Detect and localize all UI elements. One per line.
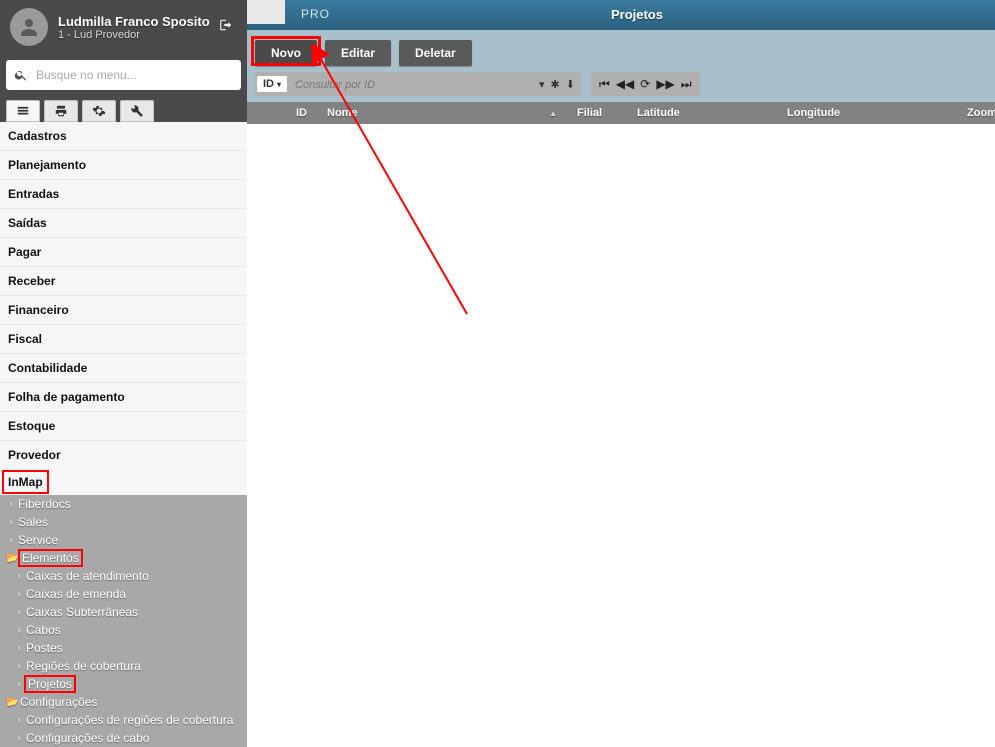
sub-caixas-atendimento[interactable]: ›Caixas de atendimento [0, 567, 247, 585]
next-page-icon[interactable]: ▶▶ [656, 77, 674, 91]
chevron-right-icon: › [14, 661, 24, 672]
download-icon[interactable]: ⬇ [566, 78, 575, 91]
chevron-right-icon: › [6, 535, 16, 546]
first-page-icon[interactable]: ⏮ [599, 77, 610, 92]
editar-button[interactable]: Editar [325, 40, 391, 66]
chevron-right-icon: › [14, 733, 24, 744]
chevron-right-icon: › [14, 625, 24, 636]
menu-search[interactable] [6, 60, 241, 90]
sub-caixas-subterraneas[interactable]: ›Caixas Subterrâneas [0, 603, 247, 621]
chevron-right-icon: › [14, 679, 24, 690]
chevron-right-icon: › [14, 643, 24, 654]
titlebar: PRO Projetos [247, 0, 995, 30]
sub-service[interactable]: ›Service [0, 531, 247, 549]
col-filial[interactable]: Filial [567, 107, 627, 119]
chevron-right-icon: › [6, 517, 16, 528]
tab-stub[interactable] [247, 0, 285, 24]
filter-row: ID ▾ ▾ ✱ ⬇ ⏮ ◀◀ ⟳ ▶▶ ⏭ [247, 72, 995, 102]
menu-cadastros[interactable]: Cadastros [0, 122, 247, 150]
menu-financeiro[interactable]: Financeiro [0, 295, 247, 324]
logout-icon[interactable] [215, 14, 237, 41]
sub-fiberdocs[interactable]: ›Fiberdocs [0, 495, 247, 513]
folder-open-icon: 📂 [6, 553, 18, 564]
sub-postes[interactable]: ›Postes [0, 639, 247, 657]
folder-open-icon: 📂 [6, 697, 18, 708]
sub-config-cabo[interactable]: ›Configurações de cabo [0, 729, 247, 747]
search-icon [14, 68, 28, 82]
sub-caixas-emenda[interactable]: ›Caixas de emenda [0, 585, 247, 603]
chevron-right-icon: › [14, 571, 24, 582]
sidebar-toolbar [0, 96, 247, 122]
user-name: Ludmilla Franco Sposito [58, 14, 215, 29]
chevron-right-icon: › [14, 589, 24, 600]
action-toolbar: Novo Editar Deletar [247, 30, 995, 72]
sub-projetos[interactable]: ›Projetos [0, 675, 247, 693]
filter-group: ID ▾ ▾ ✱ ⬇ [255, 72, 581, 96]
chevron-right-icon: › [14, 607, 24, 618]
caret-down-icon: ▾ [277, 80, 281, 89]
filter-input[interactable] [289, 77, 533, 93]
user-header: Ludmilla Franco Sposito 1 - Lud Provedor [0, 0, 247, 54]
menu-entradas[interactable]: Entradas [0, 179, 247, 208]
last-page-icon[interactable]: ⏭ [681, 77, 692, 92]
menu-folha[interactable]: Folha de pagamento [0, 382, 247, 411]
toolbar-wrench-icon[interactable] [120, 100, 154, 122]
menu-fiscal[interactable]: Fiscal [0, 324, 247, 353]
menu-planejamento[interactable]: Planejamento [0, 150, 247, 179]
sort-asc-icon: ▲ [549, 109, 557, 118]
submenu: ›Fiberdocs ›Sales ›Service 📂Elementos ›C… [0, 495, 247, 747]
app-label: PRO [301, 7, 330, 21]
dropdown-icon[interactable]: ▾ [539, 78, 545, 91]
sub-elementos[interactable]: 📂Elementos [0, 549, 247, 567]
filter-field-selector[interactable]: ID ▾ [257, 76, 287, 92]
refresh-icon[interactable]: ⟳ [640, 77, 650, 91]
toolbar-gears-icon[interactable] [82, 100, 116, 122]
col-longitude[interactable]: Longitude [777, 107, 957, 119]
chevron-right-icon: › [6, 499, 16, 510]
col-id[interactable]: ID [247, 107, 317, 119]
sub-config-regioes[interactable]: ›Configurações de regiões de cobertura [0, 711, 247, 729]
sub-regioes-cobertura[interactable]: ›Regiões de cobertura [0, 657, 247, 675]
menu-estoque[interactable]: Estoque [0, 411, 247, 440]
menu-contabilidade[interactable]: Contabilidade [0, 353, 247, 382]
col-nome[interactable]: Nome▲ [317, 107, 567, 119]
toolbar-list-icon[interactable] [6, 100, 40, 122]
page-title: Projetos [611, 7, 663, 22]
menu-search-input[interactable] [36, 68, 233, 82]
prev-page-icon[interactable]: ◀◀ [616, 77, 634, 91]
sub-cabos[interactable]: ›Cabos [0, 621, 247, 639]
menu-pagar[interactable]: Pagar [0, 237, 247, 266]
grid-header: ID Nome▲ Filial Latitude Longitude Zoom [247, 102, 995, 124]
menu-receber[interactable]: Receber [0, 266, 247, 295]
main-panel: PRO Projetos Novo Editar Deletar ID ▾ ▾ … [247, 0, 995, 747]
menu-provedor[interactable]: Provedor [0, 440, 247, 469]
user-sub: 1 - Lud Provedor [58, 29, 215, 41]
grid-body [247, 124, 995, 747]
deletar-button[interactable]: Deletar [399, 40, 472, 66]
pagination-nav: ⏮ ◀◀ ⟳ ▶▶ ⏭ [591, 72, 700, 96]
sidebar: Ludmilla Franco Sposito 1 - Lud Provedor… [0, 0, 247, 747]
menu-inmap[interactable]: InMap [4, 471, 47, 492]
menu-saidas[interactable]: Saídas [0, 208, 247, 237]
main-menu: Cadastros Planejamento Entradas Saídas P… [0, 122, 247, 495]
sub-configuracoes[interactable]: 📂Configurações [0, 693, 247, 711]
col-latitude[interactable]: Latitude [627, 107, 777, 119]
toolbar-print-icon[interactable] [44, 100, 78, 122]
col-zoom[interactable]: Zoom [957, 107, 995, 119]
avatar [10, 8, 48, 46]
settings-mini-icon[interactable]: ✱ [551, 78, 560, 91]
chevron-right-icon: › [14, 715, 24, 726]
sub-sales[interactable]: ›Sales [0, 513, 247, 531]
novo-button[interactable]: Novo [255, 40, 317, 66]
